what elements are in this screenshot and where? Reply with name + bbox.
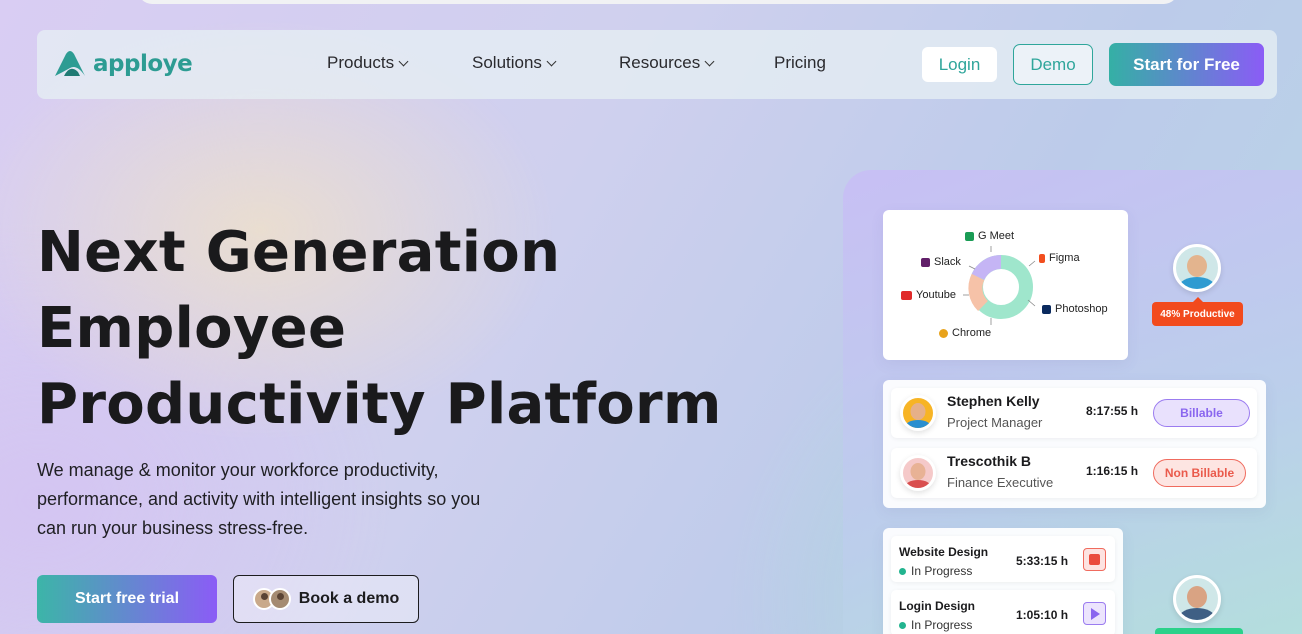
avatar-face bbox=[1187, 255, 1207, 277]
stop-icon bbox=[1089, 554, 1100, 565]
start-free-trial-button[interactable]: Start free trial bbox=[37, 575, 217, 623]
app-name: G Meet bbox=[978, 230, 1015, 242]
employee-name: Trescothik B bbox=[947, 453, 1032, 469]
app-name: Slack bbox=[934, 256, 961, 268]
task-time: 5:33:15 h bbox=[1016, 554, 1069, 568]
avatar-face bbox=[910, 463, 926, 480]
nav-resources-label: Resources bbox=[619, 53, 701, 72]
user-avatar bbox=[1173, 575, 1221, 623]
nav-resources[interactable]: Resources bbox=[619, 53, 715, 73]
browser-top-strip bbox=[138, 0, 1178, 4]
app-name: Youtube bbox=[916, 289, 956, 301]
employee-time: 1:16:15 h bbox=[1086, 464, 1139, 478]
hero-title-line: Productivity Platform bbox=[37, 372, 722, 437]
nav-pricing-label: Pricing bbox=[774, 53, 826, 72]
start-for-free-button[interactable]: Start for Free bbox=[1109, 43, 1264, 86]
hero-title-line: Next Generation bbox=[37, 220, 561, 285]
nav-products[interactable]: Products bbox=[327, 53, 409, 73]
employee-row[interactable]: Stephen Kelly Project Manager 8:17:55 h … bbox=[891, 388, 1257, 438]
chevron-down-icon bbox=[704, 56, 715, 66]
hero-subtitle-line: We manage & monitor your workforce produ… bbox=[37, 460, 439, 480]
avatar-body bbox=[905, 420, 931, 428]
google-meet-icon bbox=[965, 231, 974, 241]
employee-role: Finance Executive bbox=[947, 475, 1054, 490]
photoshop-icon bbox=[1042, 304, 1051, 314]
employee-role: Project Manager bbox=[947, 415, 1043, 430]
billable-badge: Billable bbox=[1153, 399, 1250, 427]
app-label-photoshop: Photoshop bbox=[1042, 303, 1108, 315]
hero-subtitle-line: performance, and activity with intellige… bbox=[37, 489, 481, 509]
play-timer-button[interactable] bbox=[1083, 602, 1106, 625]
status-dot-icon bbox=[899, 567, 906, 575]
figma-icon bbox=[1039, 253, 1045, 263]
demo-button[interactable]: Demo bbox=[1013, 44, 1093, 85]
play-icon bbox=[1091, 607, 1100, 620]
slack-icon bbox=[921, 257, 930, 267]
task-name: Website Design bbox=[899, 545, 989, 559]
employee-row[interactable]: Trescothik B Finance Executive 1:16:15 h… bbox=[891, 448, 1257, 498]
status-dot-icon bbox=[899, 621, 906, 629]
task-timer-card: Website Design In Progress 5:33:15 h Log… bbox=[883, 528, 1123, 634]
task-name: Login Design bbox=[899, 599, 975, 613]
non-billable-badge: Non Billable bbox=[1153, 459, 1246, 487]
task-status-label: In Progress bbox=[911, 618, 973, 632]
app-label-slack: Slack bbox=[921, 256, 961, 268]
nav-pricing[interactable]: Pricing bbox=[774, 53, 826, 73]
employee-name: Stephen Kelly bbox=[947, 393, 1040, 409]
task-status: In Progress bbox=[899, 618, 972, 632]
app-label-gmeet: G Meet bbox=[965, 230, 1014, 242]
avatar-face bbox=[910, 403, 926, 420]
productivity-badge-partial bbox=[1155, 628, 1243, 634]
app-label-chrome: Chrome bbox=[939, 327, 991, 339]
nav-products-label: Products bbox=[327, 53, 395, 72]
nav-solutions[interactable]: Solutions bbox=[472, 53, 557, 73]
top-navbar: apploye Products Solutions Resources Pri… bbox=[37, 30, 1277, 99]
task-time: 1:05:10 h bbox=[1016, 608, 1069, 622]
app-usage-card: G Meet Figma Slack Youtube Photoshop Chr… bbox=[883, 210, 1128, 360]
youtube-icon bbox=[901, 290, 912, 300]
app-name: Figma bbox=[1049, 252, 1080, 264]
hero-title-line: Employee bbox=[37, 296, 347, 361]
hero-subtitle-line: can run your business stress-free. bbox=[37, 518, 309, 538]
task-row[interactable]: Login Design In Progress 1:05:10 h bbox=[891, 590, 1115, 634]
hero-subtitle: We manage & monitor your workforce produ… bbox=[37, 456, 547, 543]
app-name: Chrome bbox=[952, 327, 992, 339]
app-label-figma: Figma bbox=[1039, 252, 1080, 264]
task-status: In Progress bbox=[899, 564, 972, 578]
productivity-badge: 48% Productive bbox=[1152, 297, 1243, 326]
book-demo-label: Book a demo bbox=[298, 590, 400, 607]
team-avatars-icon bbox=[252, 588, 291, 610]
user-avatar bbox=[1173, 244, 1221, 292]
book-demo-button[interactable]: Book a demo bbox=[233, 575, 419, 623]
task-row[interactable]: Website Design In Progress 5:33:15 h bbox=[891, 536, 1115, 582]
brand-name: apploye bbox=[93, 51, 193, 77]
employee-time-card: Stephen Kelly Project Manager 8:17:55 h … bbox=[883, 380, 1266, 508]
app-label-youtube: Youtube bbox=[901, 289, 956, 301]
avatar-body bbox=[905, 480, 931, 488]
login-button[interactable]: Login bbox=[922, 47, 997, 82]
nav-solutions-label: Solutions bbox=[472, 53, 542, 72]
employee-time: 8:17:55 h bbox=[1086, 404, 1139, 418]
hero-title: Next Generation Employee Productivity Pl… bbox=[37, 215, 737, 443]
stop-timer-button[interactable] bbox=[1083, 548, 1106, 571]
employee-avatar bbox=[900, 455, 936, 491]
apploye-logo-icon bbox=[55, 51, 85, 76]
chrome-icon bbox=[939, 328, 948, 338]
brand-logo[interactable]: apploye bbox=[53, 50, 193, 78]
task-status-label: In Progress bbox=[911, 564, 973, 578]
chevron-down-icon bbox=[546, 56, 557, 66]
employee-avatar bbox=[900, 395, 936, 431]
app-name: Photoshop bbox=[1055, 303, 1108, 315]
avatar-face bbox=[1187, 586, 1207, 608]
chevron-down-icon bbox=[398, 56, 409, 66]
